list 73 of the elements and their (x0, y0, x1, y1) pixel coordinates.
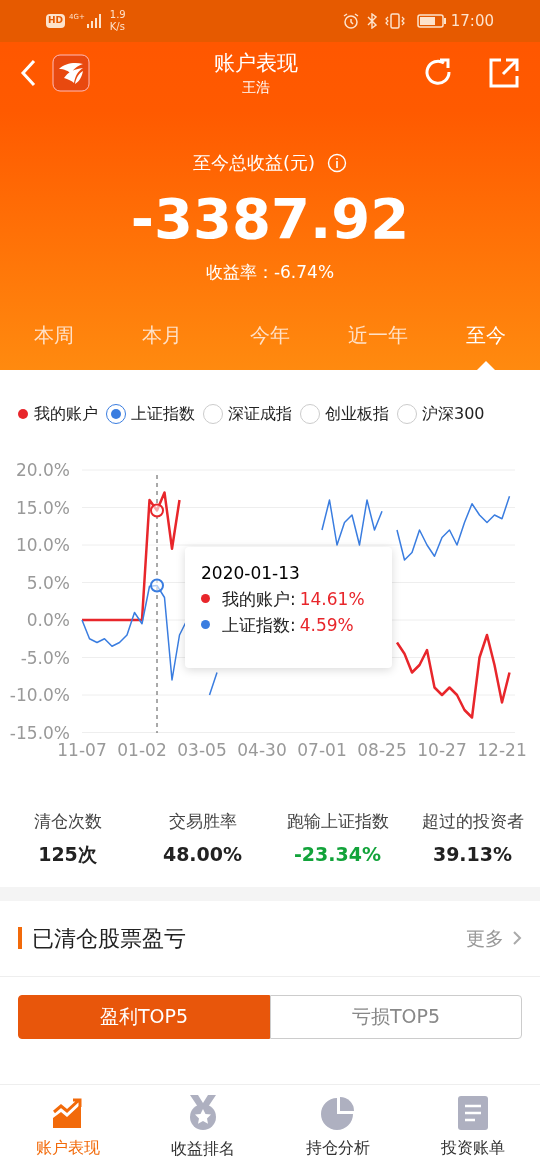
app-logo-icon (52, 54, 90, 92)
y-axis-label: 5.0% (26, 572, 70, 592)
stat-label: 清仓次数 (33, 809, 102, 833)
period-tab[interactable]: 本周 (0, 313, 108, 370)
tooltip-label: 上证指数: (222, 614, 296, 635)
total-profit-amount: -3387.92 (130, 185, 410, 253)
signal-icon (85, 14, 102, 28)
speed-value: 1.9 (109, 9, 126, 21)
x-axis-label: 03-05 (177, 739, 227, 760)
period-tab[interactable]: 本月 (108, 313, 216, 370)
segment-tab[interactable]: 亏损TOP5 (270, 994, 522, 1039)
legend-label: 创业板指 (325, 402, 389, 425)
chevron-right-icon (512, 930, 522, 946)
stat-label: 交易胜率 (168, 809, 237, 833)
period-tab[interactable]: 近一年 (324, 313, 432, 370)
x-axis-label: 12-21 (477, 739, 527, 760)
stat-value: -23.34% (294, 842, 381, 867)
stat-value: 39.13% (432, 842, 513, 867)
stat-value: 125次 (38, 842, 97, 867)
x-axis-label: 04-30 (237, 739, 287, 760)
hd-badge: HD (46, 14, 65, 28)
stat-value: 48.00% (162, 842, 243, 867)
x-axis-label: 01-02 (117, 739, 167, 760)
total-profit-label: 至今总收益(元) (192, 151, 315, 175)
profit-rate: 收益率：-6.74% (205, 261, 335, 284)
y-axis-label: -5.0% (20, 647, 70, 667)
vibrate-icon (384, 13, 405, 29)
section-marker (18, 927, 22, 949)
share-button[interactable] (488, 57, 520, 89)
nav-tab[interactable]: 持仓分析 (270, 1085, 405, 1170)
bluetooth-icon (366, 13, 377, 29)
selected-pointer-icon (477, 360, 495, 370)
document-icon (457, 1095, 488, 1130)
back-icon (20, 59, 36, 87)
battery-icon (416, 14, 447, 28)
x-axis-label: 07-01 (297, 739, 347, 760)
page-title: 账户表现 (214, 50, 298, 77)
legend-label: 上证指数 (131, 402, 195, 425)
share-icon (488, 57, 520, 89)
more-link[interactable]: 更多 (466, 923, 522, 953)
stat-label: 超过的投资者 (421, 809, 524, 833)
nav-tab[interactable]: 投资账单 (405, 1085, 540, 1170)
pie-chart-icon (320, 1095, 355, 1130)
y-axis-label: -10.0% (9, 684, 70, 705)
legend-label: 沪深300 (422, 402, 485, 425)
page-subtitle: 王浩 (242, 78, 270, 97)
point-marker (150, 503, 164, 517)
tooltip-label: 我的账户: (222, 588, 296, 609)
alarm-icon (342, 13, 359, 29)
y-axis-label: 0.0% (26, 609, 70, 630)
info-icon (327, 152, 347, 173)
legend-label: 我的账户 (34, 402, 98, 425)
point-marker (150, 578, 164, 592)
y-axis-label: 20.0% (16, 459, 70, 480)
period-tab[interactable]: 至今 (432, 313, 540, 370)
speed-unit: K/s (109, 21, 126, 33)
tooltip-value: 14.61% (299, 588, 365, 609)
section-title: 已清仓股票盈亏 (32, 924, 187, 953)
x-axis-label: 10-27 (417, 739, 467, 760)
y-axis-label: 15.0% (16, 497, 70, 517)
segment-tab[interactable]: 盈利TOP5 (18, 994, 270, 1039)
y-axis-label: 10.0% (16, 534, 70, 555)
period-tab[interactable]: 今年 (216, 313, 324, 370)
x-axis-label: 08-25 (357, 739, 407, 760)
y-axis-label: -15.0% (9, 722, 70, 742)
stat-label: 跑输上证指数 (286, 809, 389, 833)
tooltip-value: 4.59% (299, 614, 354, 635)
x-axis-label: 11-07 (57, 739, 107, 760)
legend-label: 深证成指 (228, 402, 292, 425)
clock-time: 17:00 (450, 10, 494, 32)
nav-tab[interactable]: 账户表现 (0, 1085, 135, 1170)
tooltip-date: 2020-01-13 (201, 562, 301, 583)
nav-tab[interactable]: 收益排名 (135, 1085, 270, 1170)
